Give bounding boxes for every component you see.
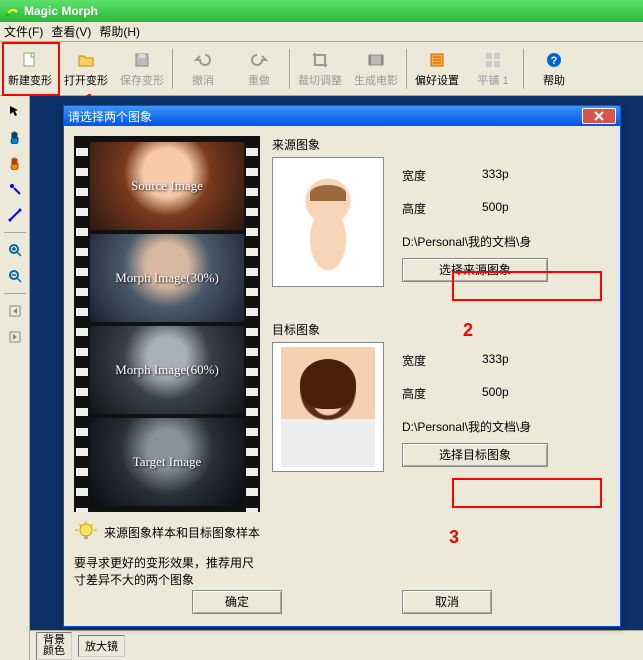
hand-warm-tool[interactable] [4, 152, 26, 174]
film-frame-2: Morph Image(30%) [90, 234, 244, 322]
tile-icon [483, 50, 503, 70]
source-height-value: 500p [482, 200, 548, 217]
undo-button[interactable]: 撤消 [175, 45, 231, 93]
open-label: 打开变形 [64, 72, 108, 88]
film-frame-3: Morph Image(60%) [90, 326, 244, 414]
target-label: 目标图象 [272, 321, 610, 338]
save-icon [132, 50, 152, 70]
crop-icon [310, 50, 330, 70]
point-tool[interactable] [4, 178, 26, 200]
target-section: 目标图象 宽度 333p 高度 500p D:\Personal\我的文档\身 … [272, 321, 610, 472]
sprocket-holes [76, 136, 88, 512]
toolbar-separator [406, 49, 407, 89]
tile-button[interactable]: 平铺 1 [465, 45, 521, 93]
toolbar: 新建变形 打开变形 保存变形 撤消 重做 裁切调整 生成电影 偏好设置 平铺 1… [0, 42, 643, 96]
redo-button[interactable]: 重做 [231, 45, 287, 93]
source-width-label: 宽度 [402, 167, 462, 184]
save-morph-button[interactable]: 保存变形 [114, 45, 170, 93]
side-toolbar [0, 96, 30, 660]
magnify-label[interactable]: 放大镜 [78, 635, 125, 657]
annotation-number-2: 2 [463, 320, 473, 341]
movie-icon [366, 50, 386, 70]
new-icon [20, 50, 40, 70]
side-separator [4, 293, 26, 294]
source-label: 来源图象 [272, 136, 610, 153]
target-height-value: 500p [482, 385, 548, 402]
select-target-button[interactable]: 选择目标图象 [402, 443, 548, 467]
crop-label: 裁切调整 [298, 72, 342, 88]
zoom-in-tool[interactable] [4, 239, 26, 261]
sprocket-holes [246, 136, 258, 512]
menubar: 文件(F) 查看(V) 帮助(H) [0, 22, 643, 42]
tile-label: 平铺 1 [477, 72, 508, 88]
open-icon [76, 50, 96, 70]
bottom-panel: 背景 颜色 放大镜 [30, 630, 643, 660]
film-frame-1: Source Image [90, 142, 244, 230]
close-button[interactable] [582, 108, 616, 124]
cancel-button[interactable]: 取消 [402, 590, 492, 614]
open-morph-button[interactable]: 打开变形 [58, 45, 114, 93]
crop-button[interactable]: 裁切调整 [292, 45, 348, 93]
help-button[interactable]: ? 帮助 [526, 45, 582, 93]
generate-button[interactable]: 生成电影 [348, 45, 404, 93]
next-tool[interactable] [4, 326, 26, 348]
ok-button[interactable]: 确定 [192, 590, 282, 614]
prefs-label: 偏好设置 [415, 72, 459, 88]
app-icon [4, 3, 20, 19]
generate-label: 生成电影 [354, 72, 398, 88]
help-icon: ? [544, 50, 564, 70]
target-width-value: 333p [482, 352, 548, 369]
toolbar-separator [172, 49, 173, 89]
zoom-out-tool[interactable] [4, 265, 26, 287]
dialog-titlebar[interactable]: 请选择两个图象 [64, 106, 620, 126]
undo-label: 撤消 [192, 72, 214, 88]
target-height-label: 高度 [402, 385, 462, 402]
close-icon [593, 111, 605, 121]
pointer-tool[interactable] [4, 100, 26, 122]
window-titlebar: Magic Morph [0, 0, 643, 22]
film-strip: Source Image Morph Image(30%) Morph Imag… [74, 136, 260, 512]
target-thumbnail [272, 342, 384, 472]
bg-color-label[interactable]: 背景 颜色 [36, 632, 72, 660]
target-path: D:\Personal\我的文档\身 [402, 418, 548, 435]
source-section: 来源图象 宽度 333p 高度 500p D:\Personal\我的文档\身 … [272, 136, 610, 287]
undo-icon [193, 50, 213, 70]
prefs-icon [427, 50, 447, 70]
menu-view[interactable]: 查看(V) [51, 23, 91, 40]
toolbar-separator [523, 49, 524, 89]
hand-freeze-tool[interactable] [4, 126, 26, 148]
redo-icon [249, 50, 269, 70]
menu-file[interactable]: 文件(F) [4, 23, 43, 40]
save-label: 保存变形 [120, 72, 164, 88]
select-images-dialog: 请选择两个图象 Source Image Morph Image(30%) Mo… [63, 105, 621, 627]
select-source-button[interactable]: 选择来源图象 [402, 258, 548, 282]
svg-text:?: ? [551, 55, 558, 67]
hint1: 来源图象样本和目标图象样本 [104, 524, 260, 541]
source-thumbnail [272, 157, 384, 287]
prefs-button[interactable]: 偏好设置 [409, 45, 465, 93]
bulb-icon [74, 520, 98, 544]
menu-help[interactable]: 帮助(H) [99, 23, 140, 40]
help-label: 帮助 [543, 72, 565, 88]
prev-tool[interactable] [4, 300, 26, 322]
redo-label: 重做 [248, 72, 270, 88]
side-separator [4, 232, 26, 233]
source-path: D:\Personal\我的文档\身 [402, 233, 548, 250]
new-morph-button[interactable]: 新建变形 [2, 45, 58, 93]
hint2: 要寻求更好的变形效果，推荐用尺寸差异不大的两个图象 [74, 554, 260, 588]
target-width-label: 宽度 [402, 352, 462, 369]
window-title: Magic Morph [24, 4, 98, 18]
source-height-label: 高度 [402, 200, 462, 217]
toolbar-separator [289, 49, 290, 89]
dialog-title: 请选择两个图象 [68, 108, 582, 125]
source-width-value: 333p [482, 167, 548, 184]
line-tool[interactable] [4, 204, 26, 226]
annotation-number-3: 3 [449, 527, 459, 548]
new-label: 新建变形 [8, 72, 52, 88]
film-frame-4: Target Image [90, 418, 244, 506]
